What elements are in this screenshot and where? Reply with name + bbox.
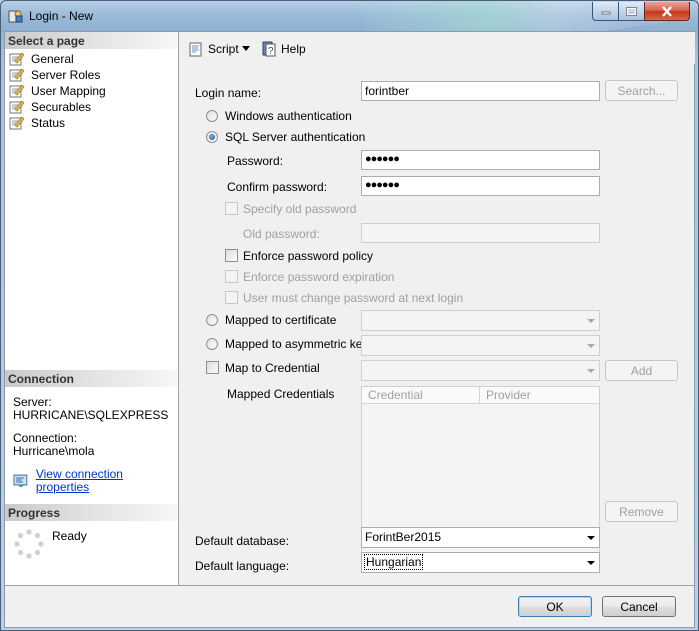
- default-database-value: ForintBer2015: [365, 530, 442, 544]
- default-language-value: Hungarian: [363, 554, 424, 570]
- must-change-password-checkbox[interactable]: [225, 291, 238, 304]
- windows-auth-label: Windows authentication: [225, 109, 352, 123]
- default-database-label: Default database:: [195, 534, 290, 548]
- close-icon: [662, 5, 672, 17]
- enforce-password-policy-checkbox[interactable]: [225, 249, 238, 262]
- confirm-password-label: Confirm password:: [227, 180, 328, 194]
- minimize-icon: [601, 11, 610, 15]
- enforce-password-expiration-label: Enforce password expiration: [243, 270, 395, 284]
- page-item-server-roles[interactable]: Server Roles: [9, 67, 100, 83]
- map-to-credential-checkbox[interactable]: [206, 361, 219, 374]
- maximize-button[interactable]: [618, 2, 645, 21]
- page-item-label: Securables: [31, 100, 92, 114]
- chevron-down-icon: [587, 536, 595, 540]
- mapped-asymmetric-key-label: Mapped to asymmetric key: [225, 337, 369, 351]
- page-item-general[interactable]: General: [9, 51, 74, 67]
- minimize-button[interactable]: [592, 2, 619, 21]
- page-item-label: General: [31, 52, 74, 66]
- view-connection-properties-text[interactable]: View connection properties: [36, 468, 178, 494]
- credential-select[interactable]: [361, 360, 600, 381]
- login-name-input[interactable]: forintber: [361, 81, 600, 101]
- login-icon: [8, 10, 23, 23]
- page-icon: [9, 100, 25, 114]
- connection-value: Hurricane\mola: [13, 444, 95, 458]
- page-item-user-mapping[interactable]: User Mapping: [9, 83, 106, 99]
- add-credential-button[interactable]: Add: [605, 360, 678, 381]
- page-icon: [9, 116, 25, 130]
- old-password-input[interactable]: [361, 223, 600, 243]
- window-title: Login - New: [29, 9, 94, 23]
- select-page-header: Select a page: [5, 32, 178, 49]
- help-icon: ?: [262, 41, 276, 57]
- mapped-certificate-label: Mapped to certificate: [225, 313, 337, 327]
- chevron-down-icon: [587, 344, 595, 348]
- script-label: Script: [208, 42, 239, 56]
- toolbar: Script ? Help: [180, 32, 695, 64]
- chevron-down-icon: [587, 319, 595, 323]
- page-item-label: Server Roles: [31, 68, 101, 82]
- progress-spinner-icon: [14, 529, 44, 559]
- password-input[interactable]: ●●●●●●: [361, 150, 600, 170]
- password-label: Password:: [227, 154, 284, 168]
- login-name-label: Login name:: [195, 86, 262, 100]
- properties-icon: [13, 474, 28, 488]
- mapped-credentials-label: Mapped Credentials: [227, 387, 335, 401]
- page-item-label: User Mapping: [31, 84, 106, 98]
- page-item-securables[interactable]: Securables: [9, 99, 91, 115]
- chevron-down-icon: [587, 561, 595, 565]
- title-bar[interactable]: Login - New: [1, 1, 698, 31]
- script-icon: [189, 42, 202, 57]
- provider-column-header[interactable]: Provider: [480, 387, 599, 404]
- ok-button[interactable]: OK: [518, 596, 592, 617]
- specify-old-password-label: Specify old password: [243, 202, 357, 216]
- page-item-label: Status: [31, 116, 66, 130]
- map-to-credential-label: Map to Credential: [225, 361, 320, 375]
- progress-status: Ready: [52, 529, 87, 543]
- script-dropdown-arrow-icon[interactable]: [242, 46, 251, 52]
- credential-column-header[interactable]: Credential: [362, 387, 480, 404]
- svg-text:?: ?: [268, 46, 274, 57]
- view-connection-properties-link[interactable]: View connection properties: [13, 468, 178, 494]
- page-icon: [9, 52, 25, 66]
- confirm-password-input[interactable]: ●●●●●●: [361, 176, 600, 196]
- progress-header: Progress: [5, 504, 178, 521]
- mapped-certificate-radio[interactable]: [206, 314, 218, 326]
- server-value: HURRICANE\SQLEXPRESS: [13, 408, 169, 422]
- mapped-asymmetric-key-radio[interactable]: [206, 338, 218, 350]
- page-icon: [9, 68, 25, 82]
- must-change-password-label: User must change password at next login: [243, 291, 464, 305]
- enforce-password-expiration-checkbox[interactable]: [225, 270, 238, 283]
- script-button[interactable]: Script: [188, 41, 239, 57]
- sql-auth-radio[interactable]: [206, 131, 218, 143]
- help-button[interactable]: ? Help: [261, 41, 306, 57]
- maximize-icon: [626, 6, 637, 16]
- dialog-body: Select a page General Server Roles User …: [4, 31, 695, 628]
- old-password-label: Old password:: [243, 227, 320, 241]
- default-database-select[interactable]: ForintBer2015: [361, 527, 600, 548]
- help-label: Help: [281, 42, 306, 56]
- default-language-select[interactable]: Hungarian: [361, 552, 600, 573]
- left-pane: Select a page General Server Roles User …: [5, 32, 179, 585]
- cancel-button[interactable]: Cancel: [602, 596, 676, 617]
- windows-auth-radio[interactable]: [206, 110, 218, 122]
- enforce-password-policy-label: Enforce password policy: [243, 249, 374, 263]
- login-new-window: Login - New Select a page General Server…: [0, 0, 699, 631]
- close-window-button[interactable]: [644, 2, 690, 21]
- asymmetric-key-select[interactable]: [361, 335, 600, 356]
- general-page: Login name: forintber Search... Windows …: [180, 64, 695, 585]
- specify-old-password-checkbox[interactable]: [225, 202, 238, 215]
- chevron-down-icon: [587, 369, 595, 373]
- default-language-label: Default language:: [195, 559, 290, 573]
- page-icon: [9, 84, 25, 98]
- remove-credential-button[interactable]: Remove: [605, 501, 678, 522]
- dialog-footer: OK Cancel: [5, 585, 694, 627]
- page-item-status[interactable]: Status: [9, 115, 65, 131]
- connection-header: Connection: [5, 370, 178, 387]
- certificate-select[interactable]: [361, 310, 600, 331]
- sql-auth-label: SQL Server authentication: [225, 130, 366, 144]
- search-button[interactable]: Search...: [605, 80, 678, 101]
